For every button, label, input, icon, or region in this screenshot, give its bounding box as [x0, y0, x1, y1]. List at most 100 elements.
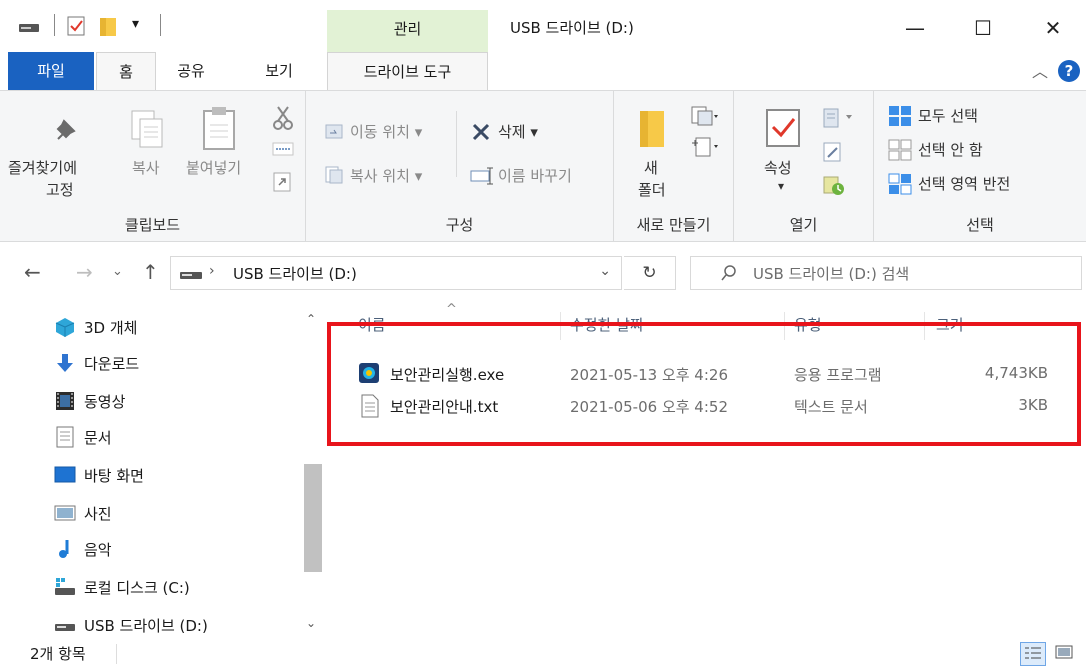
qa-separator — [54, 14, 55, 36]
nav-item-desktop[interactable]: 바탕 화면 — [54, 460, 144, 490]
cube-3d-icon — [54, 316, 76, 338]
copy-icon[interactable] — [128, 107, 168, 155]
new-folder-big-icon[interactable] — [636, 107, 668, 155]
move-to-button[interactable]: 이동 위치 ▾ — [350, 121, 422, 142]
sort-indicator-icon: ^ — [446, 302, 457, 317]
invert-selection-icon[interactable] — [888, 173, 912, 199]
minimize-button[interactable]: — — [892, 10, 938, 46]
nav-item-videos[interactable]: 동영상 — [54, 386, 125, 416]
search-icon — [721, 264, 737, 286]
manage-context-label[interactable]: 관리 — [327, 18, 488, 39]
new-folder-label-1[interactable]: 새 — [644, 157, 658, 178]
tab-view[interactable]: 보기 — [250, 52, 308, 90]
tab-file[interactable]: 파일 — [8, 52, 94, 90]
recent-locations-icon[interactable]: ⌄ — [112, 264, 123, 279]
open-group-title: 열기 — [789, 216, 818, 234]
rename-button[interactable]: 이름 바꾸기 — [498, 165, 572, 186]
scroll-down-icon[interactable]: ⌄ — [306, 616, 316, 630]
music-note-icon — [54, 538, 76, 560]
new-folder-icon[interactable] — [98, 16, 120, 36]
address-dropdown-icon[interactable]: ⌄ — [599, 263, 611, 279]
local-disk-icon — [54, 576, 76, 598]
close-button[interactable]: ✕ — [1030, 10, 1076, 46]
tab-home[interactable]: 홈 — [96, 52, 156, 90]
select-none-button[interactable]: 선택 안 함 — [918, 139, 983, 160]
help-icon[interactable]: ? — [1058, 60, 1080, 82]
address-path[interactable]: USB 드라이브 (D:) — [233, 263, 357, 284]
properties-icon[interactable] — [764, 107, 802, 153]
details-view-icon[interactable] — [1020, 642, 1046, 666]
nav-item-music[interactable]: 음악 — [54, 534, 112, 564]
collapse-ribbon-icon[interactable]: ︿ — [1032, 58, 1048, 82]
nav-item-label: 로컬 디스크 (C:) — [84, 578, 190, 597]
ribbon-tabs: 파일 홈 공유 보기 드라이브 도구 ︿ ? — [0, 52, 1086, 90]
properties-check-icon[interactable] — [66, 16, 88, 36]
rename-icon[interactable] — [470, 165, 494, 189]
download-arrow-icon — [54, 352, 76, 374]
copy-path-icon[interactable] — [272, 141, 294, 161]
navigation-bar: ← → ⌄ ↑ › USB 드라이브 (D:) ⌄ ↻ USB 드라이브 (D:… — [0, 242, 1086, 304]
nav-item-documents[interactable]: 문서 — [54, 422, 112, 452]
cut-icon[interactable] — [272, 105, 294, 135]
nav-item-label: 바탕 화면 — [84, 466, 144, 485]
nav-item-label: 다운로드 — [84, 354, 140, 373]
new-item-icon[interactable] — [690, 105, 720, 133]
easy-access-icon[interactable] — [690, 135, 720, 163]
nav-item-local-disk[interactable]: 로컬 디스크 (C:) — [54, 572, 190, 602]
item-count: 2개 항목 — [30, 645, 86, 663]
nav-item-3d-objects[interactable]: 3D 개체 — [54, 312, 137, 342]
select-group-title: 선택 — [966, 216, 994, 234]
delete-button[interactable]: 삭제 ▾ — [498, 121, 538, 142]
edit-icon[interactable] — [822, 141, 844, 167]
up-arrow-icon[interactable]: ↑ — [142, 260, 159, 284]
open-group: 속성 ▾ 열기 — [734, 91, 874, 243]
select-all-button[interactable]: 모두 선택 — [918, 105, 978, 126]
search-box[interactable]: USB 드라이브 (D:) 검색 — [690, 256, 1082, 290]
clipboard-group-title: 클립보드 — [124, 216, 181, 234]
pin-icon[interactable] — [48, 113, 82, 151]
back-arrow-icon[interactable]: ← — [24, 260, 41, 284]
select-group: 모두 선택 선택 안 함 선택 영역 반전 선택 — [874, 91, 1086, 243]
paste-shortcut-icon[interactable] — [272, 171, 292, 197]
paste-icon[interactable] — [200, 105, 240, 157]
customize-qa-icon[interactable]: ▾ — [132, 16, 148, 36]
select-none-icon[interactable] — [888, 139, 912, 165]
properties-button[interactable]: 속성 — [764, 157, 792, 178]
history-icon[interactable] — [822, 175, 846, 201]
nav-scrollbar[interactable]: ⌃ ⌄ — [300, 312, 322, 634]
move-to-icon[interactable] — [324, 121, 344, 145]
copy-to-button[interactable]: 복사 위치 ▾ — [350, 165, 422, 186]
select-all-icon[interactable] — [888, 105, 912, 131]
paste-button[interactable]: 붙여넣기 — [186, 157, 241, 178]
nav-item-downloads[interactable]: 다운로드 — [54, 348, 139, 378]
address-bar[interactable]: › USB 드라이브 (D:) ⌄ — [170, 256, 622, 290]
maximize-button[interactable]: ☐ — [960, 10, 1006, 46]
copy-to-icon[interactable] — [324, 165, 344, 189]
usb-drive-address-icon — [179, 266, 203, 286]
drive-icon[interactable] — [18, 16, 40, 36]
nav-item-usb-drive[interactable]: USB 드라이브 (D:) — [54, 610, 208, 640]
scrollbar-thumb[interactable] — [304, 464, 322, 572]
properties-dropdown[interactable]: ▾ — [778, 179, 784, 193]
pin-to-quick-access-label-2[interactable]: 고정 — [46, 179, 74, 200]
search-placeholder[interactable]: USB 드라이브 (D:) 검색 — [753, 263, 909, 284]
refresh-icon[interactable]: ↻ — [624, 256, 676, 290]
delete-x-icon[interactable] — [470, 121, 492, 147]
new-group: 새 폴더 새로 만들기 — [614, 91, 734, 243]
window-title: USB 드라이브 (D:) — [510, 19, 634, 37]
scroll-up-icon[interactable]: ⌃ — [306, 312, 316, 326]
new-folder-label-2[interactable]: 폴더 — [638, 179, 666, 200]
large-icons-view-icon[interactable] — [1052, 642, 1078, 666]
forward-arrow-icon[interactable]: → — [76, 260, 93, 284]
tab-share[interactable]: 공유 — [168, 52, 214, 90]
tab-drive-tools[interactable]: 드라이브 도구 — [327, 52, 488, 90]
nav-item-label: 동영상 — [84, 392, 126, 411]
pin-to-quick-access-label[interactable]: 즐겨찾기에 — [8, 157, 77, 178]
copy-button[interactable]: 복사 — [132, 157, 160, 178]
breadcrumb-chevron-icon[interactable]: › — [209, 263, 215, 279]
open-with-icon[interactable] — [822, 107, 856, 133]
status-bar: 2개 항목 — [0, 638, 1086, 669]
nav-item-pictures[interactable]: 사진 — [54, 498, 112, 528]
highlight-box — [327, 322, 1081, 446]
invert-selection-button[interactable]: 선택 영역 반전 — [918, 173, 1010, 194]
